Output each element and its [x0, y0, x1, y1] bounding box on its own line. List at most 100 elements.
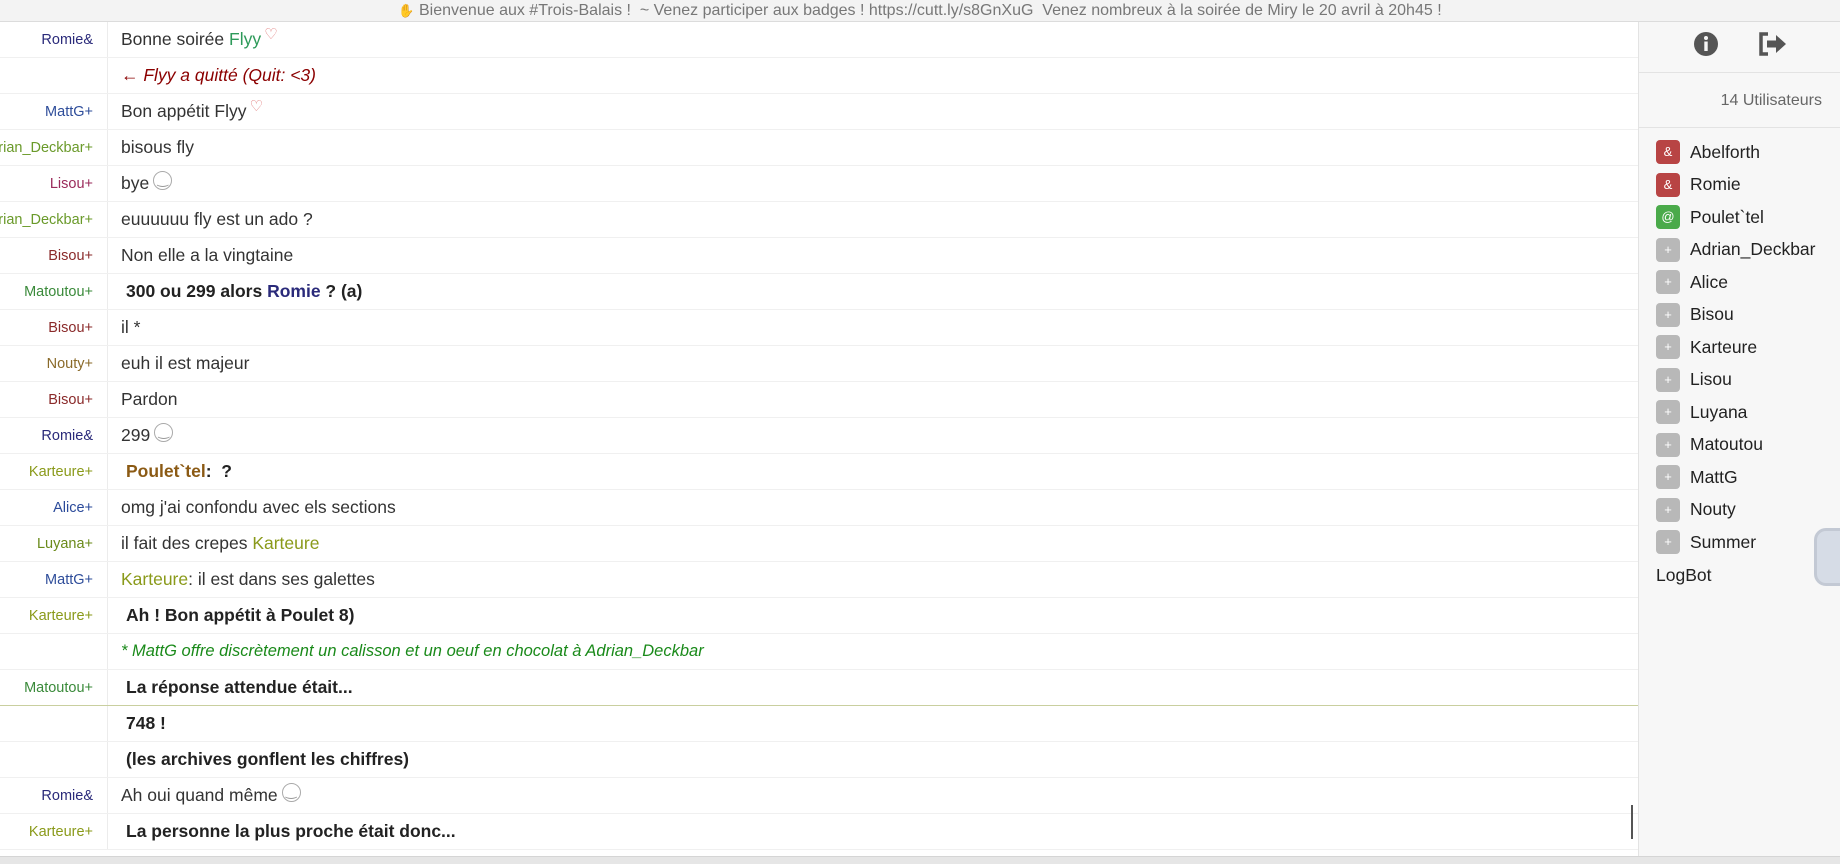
- user-list-item[interactable]: + Summer: [1639, 526, 1840, 559]
- message-text: euuuuuu fly est un ado ?: [108, 202, 313, 237]
- message-nick[interactable]: [0, 58, 108, 93]
- message-body-after: : il est dans ses galettes: [188, 569, 375, 589]
- message-text: bisous fly: [108, 130, 194, 165]
- message-text: Ah ! Bon appétit à Poulet 8): [108, 598, 354, 633]
- user-list-item[interactable]: + Lisou: [1639, 364, 1840, 397]
- message-text: Pardon: [108, 382, 177, 417]
- message-nick[interactable]: [0, 634, 108, 669]
- user-name: Abelforth: [1690, 141, 1761, 162]
- nick-highlight[interactable]: Karteure: [252, 533, 319, 554]
- message-body: bisous fly: [121, 137, 194, 157]
- message-nick[interactable]: +Matoutou: [0, 274, 108, 309]
- user-list-item[interactable]: @ Poulet`tel: [1639, 201, 1840, 234]
- user-sidebar: 14 Utilisateurs & Abelforth & Romie @ Poulet`…: [1638, 22, 1840, 856]
- message-body: Bonne soirée: [121, 29, 229, 49]
- channel-topic: ✋ Bienvenue aux #Trois-Balais ! ~ Venez …: [0, 0, 1840, 22]
- user-name: Karteure: [1690, 336, 1758, 357]
- user-list-item[interactable]: + Alice: [1639, 266, 1840, 299]
- message-nick[interactable]: +Bisou: [0, 382, 108, 417]
- message-nick[interactable]: +Karteure: [0, 598, 108, 633]
- chat-row: &Romie Bonne soirée Flyy ♡: [0, 22, 1638, 58]
- side-panel-tab[interactable]: [1814, 528, 1840, 586]
- user-list-item[interactable]: + MattG: [1639, 461, 1840, 494]
- user-list-item[interactable]: + Adrian_Deckbar: [1639, 234, 1840, 267]
- message-nick[interactable]: [0, 742, 108, 777]
- user-name: Matoutou: [1690, 434, 1763, 455]
- message-nick[interactable]: +Adrian_Deckbar: [0, 130, 108, 165]
- chat-row: &Romie Ah oui quand même ‿: [0, 778, 1638, 814]
- chat-row: 748 !: [0, 706, 1638, 742]
- logout-icon[interactable]: [1755, 31, 1791, 64]
- nick-highlight[interactable]: Karteure: [121, 569, 188, 590]
- chat-row: +Matoutou 300 ou 299 alors Romie ? (a): [0, 274, 1638, 310]
- message-body: omg j'ai confondu avec els sections: [121, 497, 396, 517]
- info-icon[interactable]: [1688, 31, 1724, 64]
- message-nick[interactable]: +MattG: [0, 94, 108, 129]
- message-text: euh il est majeur: [108, 346, 249, 381]
- heart-icon: ♡: [264, 25, 278, 43]
- chat-row: +Karteure Ah ! Bon appétit à Poulet 8): [0, 598, 1638, 634]
- message-nick[interactable]: +Bisou: [0, 310, 108, 345]
- user-name: MattG: [1690, 466, 1738, 487]
- message-body: ← Flyy a quitté (Quit: <3): [121, 65, 316, 85]
- user-mode-badge: +: [1656, 497, 1680, 522]
- user-name: Alice: [1690, 271, 1728, 292]
- heart-icon: ♡: [249, 97, 263, 115]
- chat-row: +MattG Bon appétit Flyy ♡: [0, 94, 1638, 130]
- message-nick[interactable]: +Lisou: [0, 166, 108, 201]
- message-body: 748 !: [126, 713, 166, 733]
- message-nick[interactable]: &Romie: [0, 418, 108, 453]
- chat-log[interactable]: &Romie Bonne soirée Flyy ♡ ← Flyy a quitté …: [0, 22, 1638, 856]
- message-nick[interactable]: +Adrian_Deckbar: [0, 202, 108, 237]
- user-logbot[interactable]: LogBot: [1639, 559, 1840, 591]
- message-text: La personne la plus proche était donc...: [108, 814, 456, 849]
- message-nick[interactable]: +Karteure: [0, 454, 108, 489]
- message-nick[interactable]: &Romie: [0, 778, 108, 813]
- chat-row: (les archives gonflent les chiffres): [0, 742, 1638, 778]
- message-text: 299 ‿: [108, 418, 174, 453]
- user-list-item[interactable]: + Karteure: [1639, 331, 1840, 364]
- message-text: 300 ou 299 alors Romie ? (a): [108, 274, 362, 309]
- message-body: il fait des crepes: [121, 533, 253, 553]
- user-mode-badge: &: [1656, 140, 1680, 165]
- chat-row: &Romie 299 ‿: [0, 418, 1638, 454]
- message-nick[interactable]: &Romie: [0, 22, 108, 57]
- user-name: Poulet`tel: [1690, 206, 1764, 227]
- user-mode-badge: +: [1656, 335, 1680, 360]
- user-list-item[interactable]: + Bisou: [1639, 299, 1840, 332]
- message-nick[interactable]: +Alice: [0, 490, 108, 525]
- message-nick[interactable]: +Nouty: [0, 346, 108, 381]
- message-body: La réponse attendue était...: [126, 677, 353, 697]
- horizontal-scrollbar[interactable]: [0, 856, 1840, 864]
- chat-row: +Nouty euh il est majeur: [0, 346, 1638, 382]
- message-nick[interactable]: +MattG: [0, 562, 108, 597]
- chat-row: +Luyana il fait des crepes Karteure: [0, 526, 1638, 562]
- nick-highlight[interactable]: Poulet`tel: [126, 461, 206, 482]
- message-body: Ah oui quand même: [121, 785, 278, 805]
- chat-row: +Bisou il *: [0, 310, 1638, 346]
- user-mode-badge: +: [1656, 302, 1680, 327]
- chat-row: +Adrian_Deckbar euuuuuu fly est un ado ?: [0, 202, 1638, 238]
- user-list-item[interactable]: + Matoutou: [1639, 429, 1840, 462]
- message-body: (les archives gonflent les chiffres): [126, 749, 410, 769]
- user-list-item[interactable]: + Luyana: [1639, 396, 1840, 429]
- message-text: Bon appétit Flyy ♡: [108, 94, 263, 129]
- user-list-item[interactable]: & Abelforth: [1639, 136, 1840, 169]
- nick-highlight[interactable]: Romie: [267, 281, 320, 302]
- message-nick[interactable]: [0, 706, 108, 741]
- message-nick[interactable]: +Matoutou: [0, 670, 108, 705]
- chat-row: +Adrian_Deckbar bisous fly: [0, 130, 1638, 166]
- message-nick[interactable]: +Bisou: [0, 238, 108, 273]
- message-text: La réponse attendue était...: [108, 670, 353, 705]
- nick-highlight[interactable]: Flyy: [229, 29, 261, 50]
- user-name: Lisou: [1690, 369, 1732, 390]
- message-nick[interactable]: +Karteure: [0, 814, 108, 849]
- hand-icon: ✋: [398, 3, 415, 18]
- message-body-after: : ?: [205, 461, 232, 481]
- user-list-item[interactable]: & Romie: [1639, 169, 1840, 202]
- sidebar-toolbar: [1639, 22, 1840, 72]
- message-body: La personne la plus proche était donc...: [126, 821, 456, 841]
- user-list-item[interactable]: + Nouty: [1639, 494, 1840, 527]
- topic-text: Bienvenue aux #Trois-Balais ! ~ Venez pa…: [419, 2, 1442, 19]
- message-nick[interactable]: +Luyana: [0, 526, 108, 561]
